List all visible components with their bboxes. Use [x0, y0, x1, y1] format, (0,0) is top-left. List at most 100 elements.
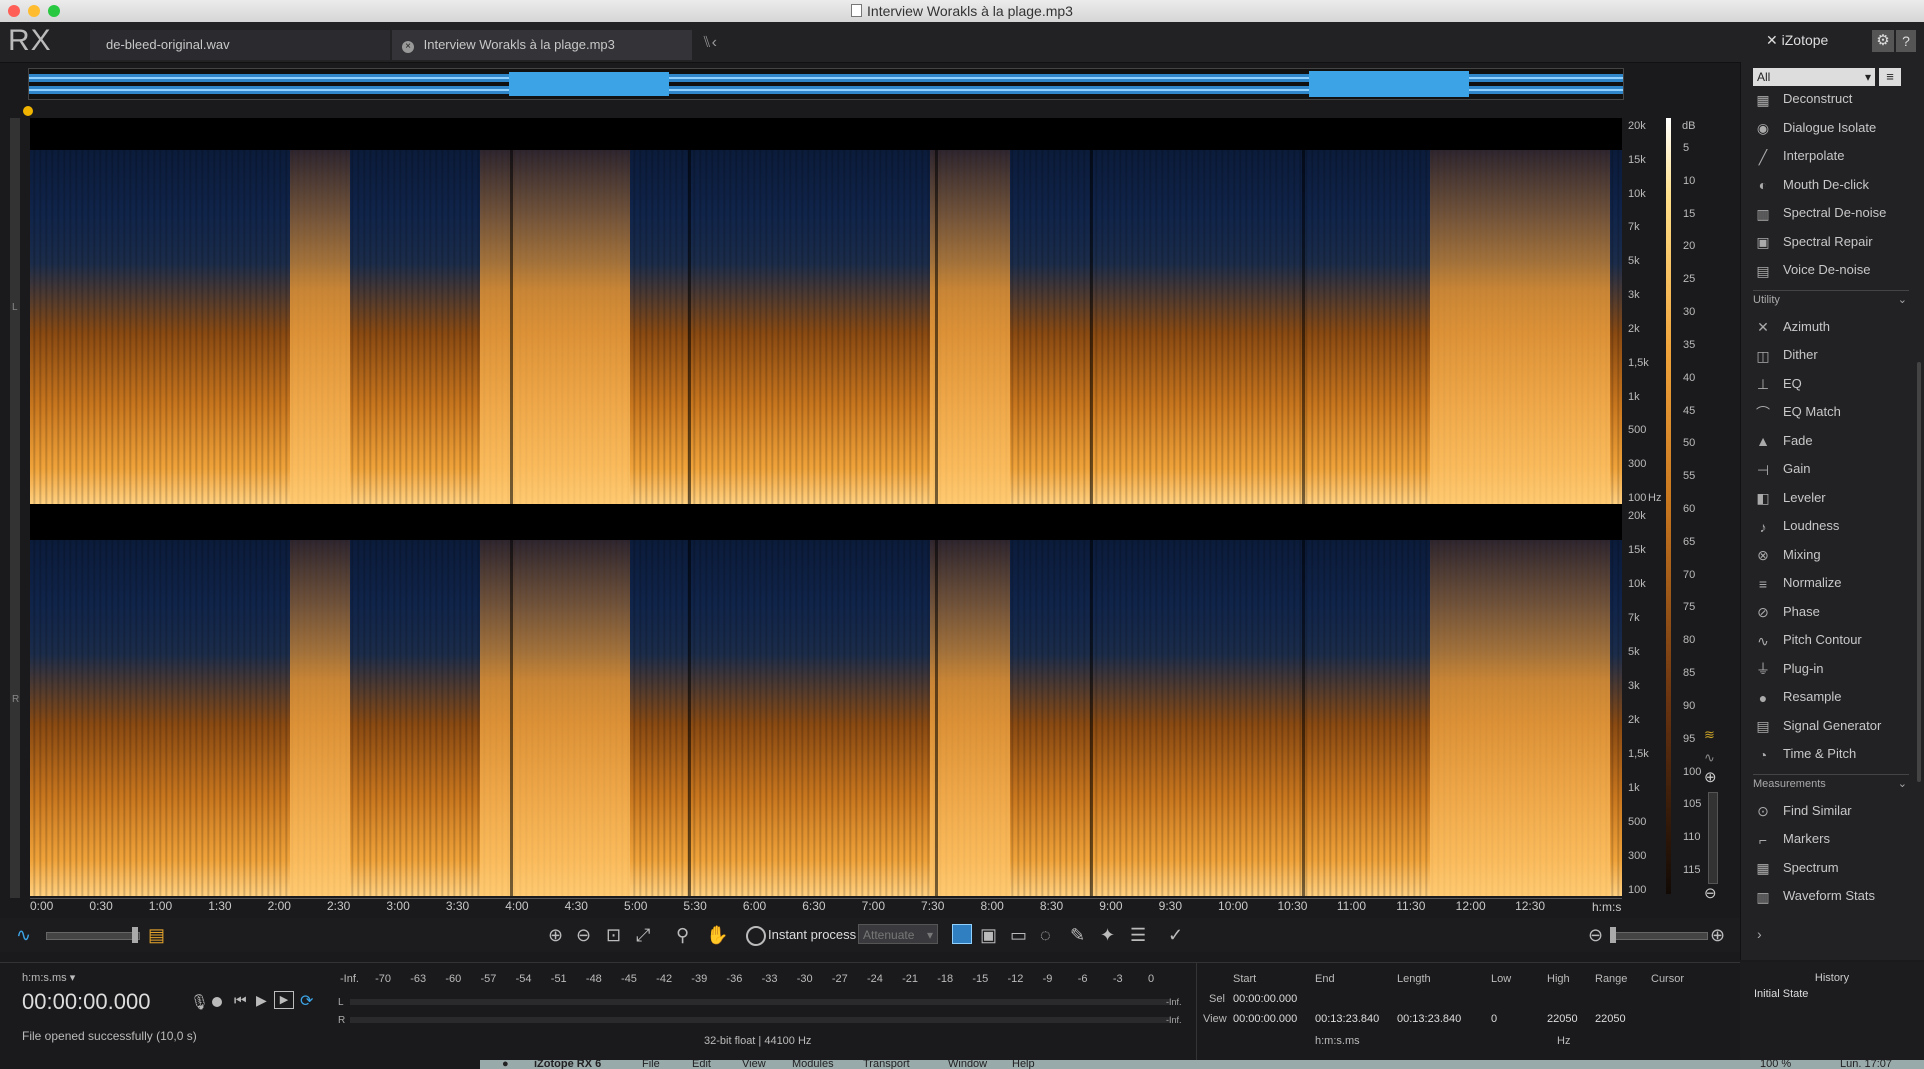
- time-format-select[interactable]: h:m:s.ms ▾: [22, 971, 75, 984]
- channel-scrollbar[interactable]: [10, 118, 20, 898]
- tab-interview[interactable]: × Interview Worakls à la plage.mp3: [392, 30, 692, 60]
- horizontal-zoom-in-icon[interactable]: ⊕: [1710, 925, 1725, 946]
- history-item[interactable]: Initial State: [1754, 988, 1808, 1000]
- spectro-settings-icon[interactable]: ≋: [1704, 727, 1715, 743]
- minimize-window-button[interactable]: [28, 5, 40, 17]
- module-section-header[interactable]: Measurements ⌄: [1753, 773, 1909, 793]
- module-item[interactable]: ⊗ Mixing: [1753, 542, 1923, 568]
- waveform-overview[interactable]: [28, 68, 1624, 100]
- module-item[interactable]: ▥ Waveform Stats: [1753, 883, 1923, 909]
- system-menu-item[interactable]: File: [642, 1060, 660, 1069]
- module-item[interactable]: ▦ Deconstruct: [1753, 86, 1923, 112]
- module-item[interactable]: ▦ Spectrum: [1753, 855, 1923, 881]
- instant-process-mode-select[interactable]: Attenuate ▾: [858, 924, 938, 944]
- close-tab-icon[interactable]: ×: [402, 41, 414, 53]
- settings-gear-icon[interactable]: ⚙: [1872, 30, 1894, 52]
- apple-icon[interactable]: ●: [502, 1060, 509, 1069]
- spectrogram-left-channel[interactable]: [30, 150, 1622, 504]
- module-item[interactable]: ◫ Dither: [1753, 342, 1923, 368]
- module-item[interactable]: ⊘ Phase: [1753, 599, 1923, 625]
- module-item[interactable]: ◧ Leveler: [1753, 485, 1923, 511]
- module-item[interactable]: ▣ Spectral Repair: [1753, 229, 1923, 255]
- tab-overflow-icon[interactable]: ⑊‹: [702, 34, 717, 52]
- module-item[interactable]: ✕ Azimuth: [1753, 314, 1923, 340]
- horizontal-zoom-out-icon[interactable]: ⊖: [1588, 925, 1603, 946]
- vertical-zoom-out-icon[interactable]: ⊖: [1704, 884, 1717, 902]
- frequency-selection-icon[interactable]: ▭: [1010, 925, 1027, 946]
- system-menu-item[interactable]: View: [742, 1060, 766, 1069]
- magic-wand-icon[interactable]: ✦: [1100, 925, 1115, 946]
- play-selection-icon[interactable]: ▶: [274, 991, 294, 1009]
- horizontal-zoom-thumb[interactable]: [1610, 927, 1616, 943]
- module-item[interactable]: ⊣ Gain: [1753, 456, 1923, 482]
- module-item[interactable]: ▤ Voice De-noise: [1753, 257, 1923, 283]
- record-icon[interactable]: [212, 997, 222, 1007]
- system-menu-item[interactable]: Window: [948, 1060, 987, 1069]
- play-icon[interactable]: ▶: [256, 992, 267, 1009]
- module-item[interactable]: ⏚ Plug-in: [1753, 656, 1923, 682]
- close-window-button[interactable]: [8, 5, 20, 17]
- time-frequency-selection-icon[interactable]: ▣: [980, 925, 997, 946]
- zoom-fit-icon[interactable]: ⤢: [636, 925, 650, 946]
- module-item[interactable]: ⊥ EQ: [1753, 371, 1923, 397]
- zoom-selection-icon[interactable]: ⊡: [606, 925, 621, 946]
- module-item[interactable]: ⌒ EQ Match: [1753, 399, 1923, 425]
- horizontal-zoom-slider[interactable]: [1610, 932, 1708, 940]
- spectrogram-right-channel[interactable]: [30, 540, 1622, 896]
- view-length-field[interactable]: 00:13:23.840: [1397, 1013, 1461, 1025]
- module-item[interactable]: ▤ Signal Generator: [1753, 713, 1923, 739]
- microphone-icon[interactable]: 🎙: [190, 993, 209, 1011]
- system-menu-item[interactable]: Modules: [792, 1060, 834, 1069]
- loop-icon[interactable]: ⟳: [300, 991, 313, 1011]
- module-filter-select[interactable]: All ▾: [1753, 68, 1875, 86]
- lasso-tool-icon[interactable]: ◌: [1040, 925, 1051, 946]
- system-menu-item[interactable]: Edit: [692, 1060, 711, 1069]
- time-selection-tool-icon[interactable]: [952, 924, 972, 944]
- expand-panel-icon[interactable]: ›: [1757, 926, 1762, 942]
- module-scrollbar[interactable]: [1917, 362, 1921, 782]
- hand-tool-icon[interactable]: ✋: [706, 925, 728, 946]
- zoom-out-icon[interactable]: ⊖: [576, 925, 591, 946]
- brush-tool-icon[interactable]: ✎: [1070, 925, 1085, 946]
- view-blend-slider[interactable]: [46, 932, 140, 940]
- waveform-view-icon[interactable]: ∿: [16, 925, 31, 946]
- instant-process-toggle[interactable]: [746, 926, 766, 946]
- module-item[interactable]: ▥ Spectral De-noise: [1753, 200, 1923, 226]
- module-list-menu-icon[interactable]: ≡: [1879, 68, 1901, 86]
- zoom-in-icon[interactable]: ⊕: [548, 925, 563, 946]
- zoom-window-button[interactable]: [48, 5, 60, 17]
- skip-back-icon[interactable]: ⏮: [234, 992, 247, 1009]
- module-item[interactable]: ◉ Dialogue Isolate: [1753, 115, 1923, 141]
- zoom-tool-icon[interactable]: ⚲: [676, 925, 689, 946]
- system-menu-item[interactable]: Help: [1012, 1060, 1035, 1069]
- dock-app-name[interactable]: iZotope RX 6: [534, 1060, 601, 1069]
- slider-thumb[interactable]: [132, 927, 138, 943]
- playhead-marker[interactable]: [23, 106, 33, 116]
- module-item[interactable]: ≡ Normalize: [1753, 570, 1923, 596]
- harmonic-selection-icon[interactable]: ☰: [1130, 925, 1146, 946]
- module-item[interactable]: ╱ Interpolate: [1753, 143, 1923, 169]
- module-item[interactable]: ◐ Mouth De-click: [1753, 172, 1923, 198]
- module-item[interactable]: ● Resample: [1753, 684, 1923, 710]
- spectrogram-view-icon[interactable]: ▤: [148, 925, 165, 946]
- view-low-field[interactable]: 0: [1491, 1013, 1497, 1025]
- sel-start-field[interactable]: 00:00:00.000: [1233, 993, 1297, 1005]
- vertical-zoom-in-icon[interactable]: ⊕: [1704, 768, 1717, 786]
- view-range-field[interactable]: 22050: [1595, 1013, 1626, 1025]
- module-item[interactable]: ⊙ Find Similar: [1753, 798, 1923, 824]
- system-menu-item[interactable]: Transport: [863, 1060, 910, 1069]
- tab-de-bleed[interactable]: de-bleed-original.wav: [90, 30, 390, 60]
- module-section-header[interactable]: Utility ⌄: [1753, 289, 1909, 309]
- module-item[interactable]: ⌐ Markers: [1753, 826, 1923, 852]
- module-item[interactable]: ♪ Loudness: [1753, 513, 1923, 539]
- waveform-settings-icon[interactable]: ∿: [1704, 750, 1715, 766]
- module-item[interactable]: ∿ Pitch Contour: [1753, 627, 1923, 653]
- help-icon[interactable]: ?: [1896, 30, 1916, 52]
- module-item[interactable]: ◔ Time & Pitch: [1753, 741, 1923, 767]
- vertical-zoom-slider[interactable]: [1708, 792, 1718, 884]
- module-item[interactable]: ▲ Fade: [1753, 428, 1923, 454]
- view-start-field[interactable]: 00:00:00.000: [1233, 1013, 1297, 1025]
- view-end-field[interactable]: 00:13:23.840: [1315, 1013, 1379, 1025]
- view-high-field[interactable]: 22050: [1547, 1013, 1578, 1025]
- time-ruler[interactable]: 0:00 0:30 1:00 1:30 2:00 2:30 3:00 3:30 4:00 4:30…: [30, 898, 1622, 915]
